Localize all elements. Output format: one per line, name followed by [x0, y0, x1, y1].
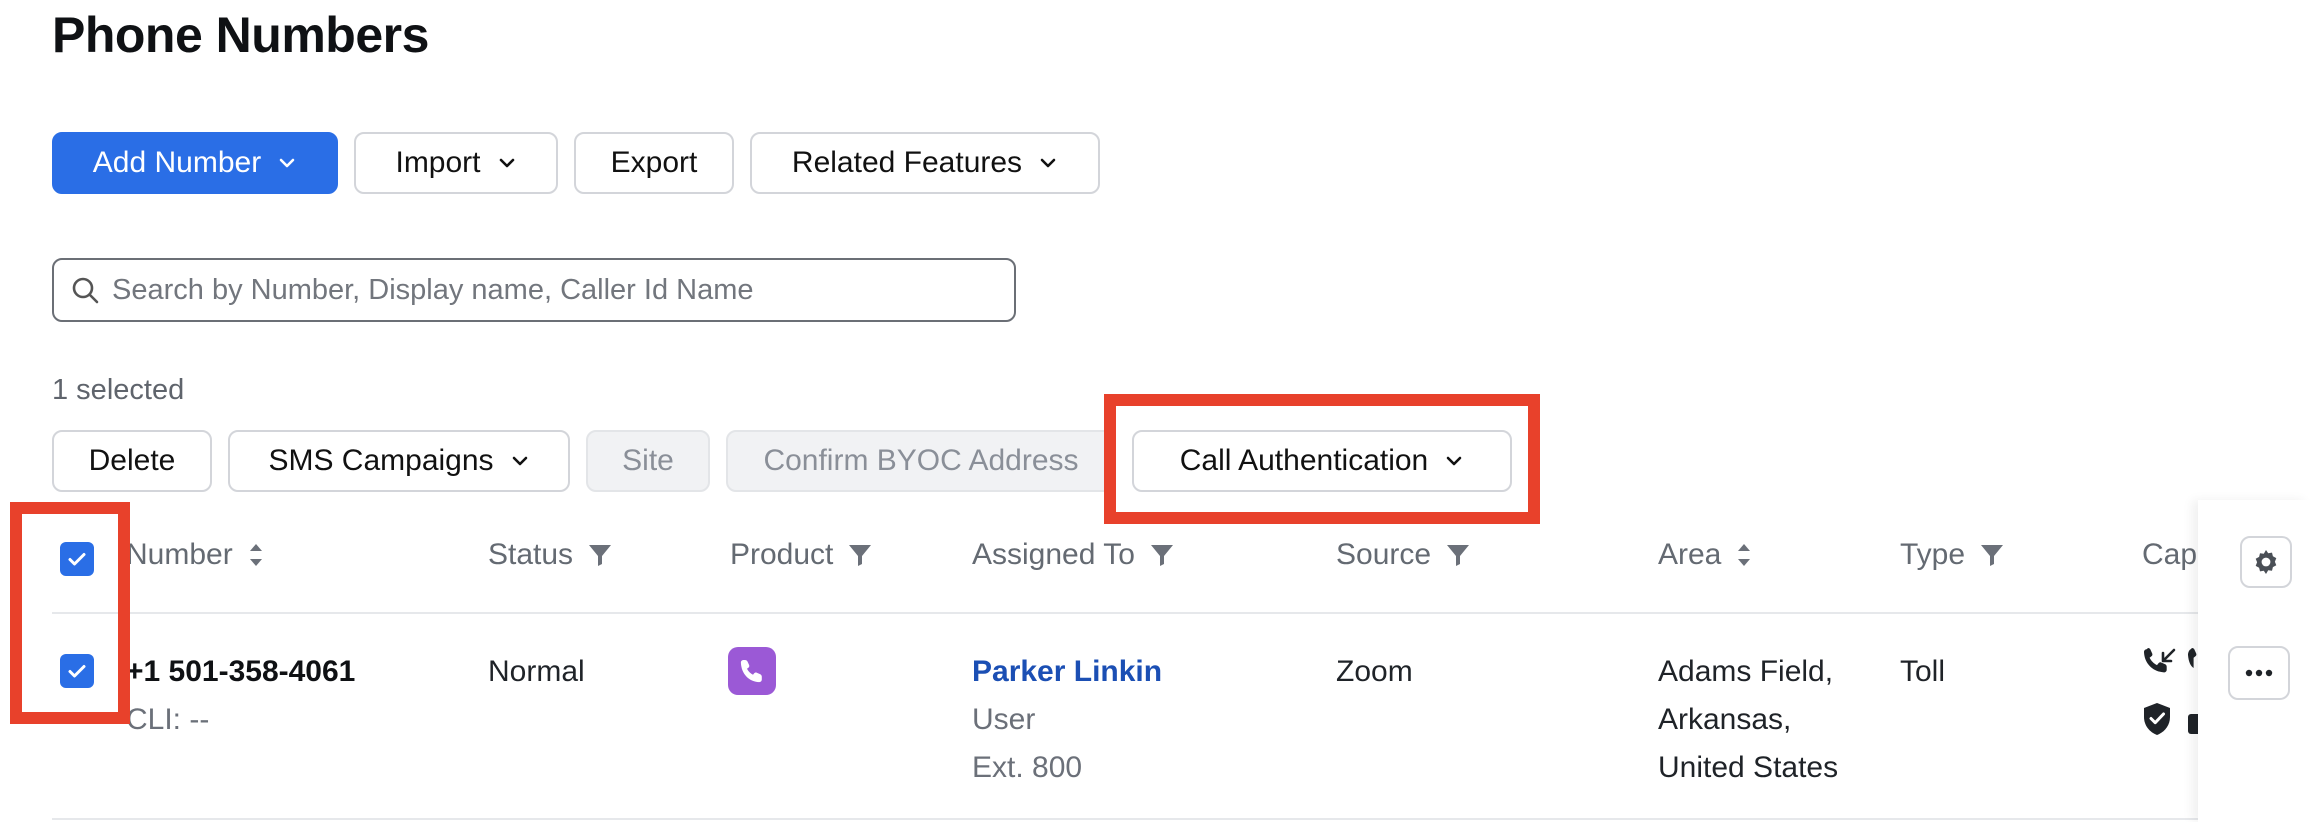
phone-number[interactable]: +1 501-358-4061	[126, 648, 355, 696]
column-header-number-label: Number	[126, 538, 233, 571]
export-button[interactable]: Export	[574, 132, 734, 194]
area-line-3: United States	[1658, 751, 1839, 784]
column-header-area[interactable]: Area	[1658, 538, 1753, 572]
more-horizontal-icon	[2245, 669, 2273, 677]
status-value: Normal	[488, 655, 585, 688]
site-button[interactable]: Site	[586, 430, 710, 492]
chevron-down-icon	[497, 153, 517, 173]
confirm-byoc-address-label: Confirm BYOC Address	[763, 444, 1079, 477]
sms-campaigns-label: SMS Campaigns	[268, 444, 494, 477]
highlight-call-authentication	[1104, 394, 1540, 524]
assignee-extension: Ext. 800	[972, 751, 1083, 784]
assignee-role: User	[972, 703, 1036, 736]
assignee-name-link[interactable]: Parker Linkin	[972, 648, 1162, 696]
export-label: Export	[610, 146, 698, 179]
incoming-call-icon	[2143, 648, 2176, 673]
search-input[interactable]	[112, 273, 992, 307]
filter-icon	[1981, 545, 2004, 566]
sort-icon	[249, 544, 262, 566]
gear-icon	[2255, 550, 2277, 574]
search-box[interactable]	[52, 258, 1016, 322]
filter-icon	[1447, 545, 1470, 566]
column-header-product-label: Product	[730, 538, 834, 571]
column-header-type-label: Type	[1900, 538, 1966, 571]
filter-icon	[589, 545, 612, 566]
header-divider	[52, 612, 2310, 614]
page-title: Phone Numbers	[52, 7, 429, 63]
filter-icon	[849, 545, 872, 566]
confirm-byoc-address-button[interactable]: Confirm BYOC Address	[726, 430, 1116, 492]
phone-icon	[728, 647, 776, 695]
chevron-down-icon	[277, 153, 297, 173]
area-line-1: Adams Field,	[1658, 655, 1834, 688]
column-settings-button[interactable]	[2240, 536, 2292, 588]
highlight-selection-checkboxes	[10, 502, 130, 724]
type-value: Toll	[1900, 655, 1946, 688]
import-label: Import	[395, 146, 481, 179]
row-more-actions-button[interactable]	[2228, 646, 2290, 700]
selected-count: 1 selected	[52, 374, 185, 406]
related-features-label: Related Features	[791, 146, 1023, 179]
column-header-source[interactable]: Source	[1336, 538, 1471, 572]
column-header-product[interactable]: Product	[730, 538, 873, 572]
sms-campaigns-button[interactable]: SMS Campaigns	[228, 430, 570, 492]
site-label: Site	[622, 444, 674, 477]
related-features-button[interactable]: Related Features	[750, 132, 1100, 194]
column-header-assigned-to-label: Assigned To	[972, 538, 1135, 571]
column-header-status-label: Status	[488, 538, 574, 571]
delete-button[interactable]: Delete	[52, 430, 212, 492]
cli-value: CLI: --	[126, 703, 210, 736]
add-number-label: Add Number	[92, 146, 262, 179]
column-header-type[interactable]: Type	[1900, 538, 2005, 572]
shield-verified-icon	[2144, 703, 2170, 735]
chevron-down-icon	[1038, 153, 1058, 173]
row-divider	[52, 818, 2310, 820]
column-header-source-label: Source	[1336, 538, 1432, 571]
column-header-assigned-to[interactable]: Assigned To	[972, 538, 1175, 572]
delete-label: Delete	[88, 444, 176, 477]
column-header-status[interactable]: Status	[488, 538, 613, 572]
column-header-area-label: Area	[1658, 538, 1722, 571]
filter-icon	[1150, 545, 1173, 566]
sort-icon	[1738, 544, 1751, 566]
source-value: Zoom	[1336, 655, 1413, 688]
chevron-down-icon	[510, 451, 530, 471]
column-header-number[interactable]: Number	[126, 538, 265, 572]
add-number-button[interactable]: Add Number	[52, 132, 338, 194]
import-button[interactable]: Import	[354, 132, 558, 194]
search-icon	[72, 277, 99, 304]
area-line-2: Arkansas,	[1658, 703, 1792, 736]
